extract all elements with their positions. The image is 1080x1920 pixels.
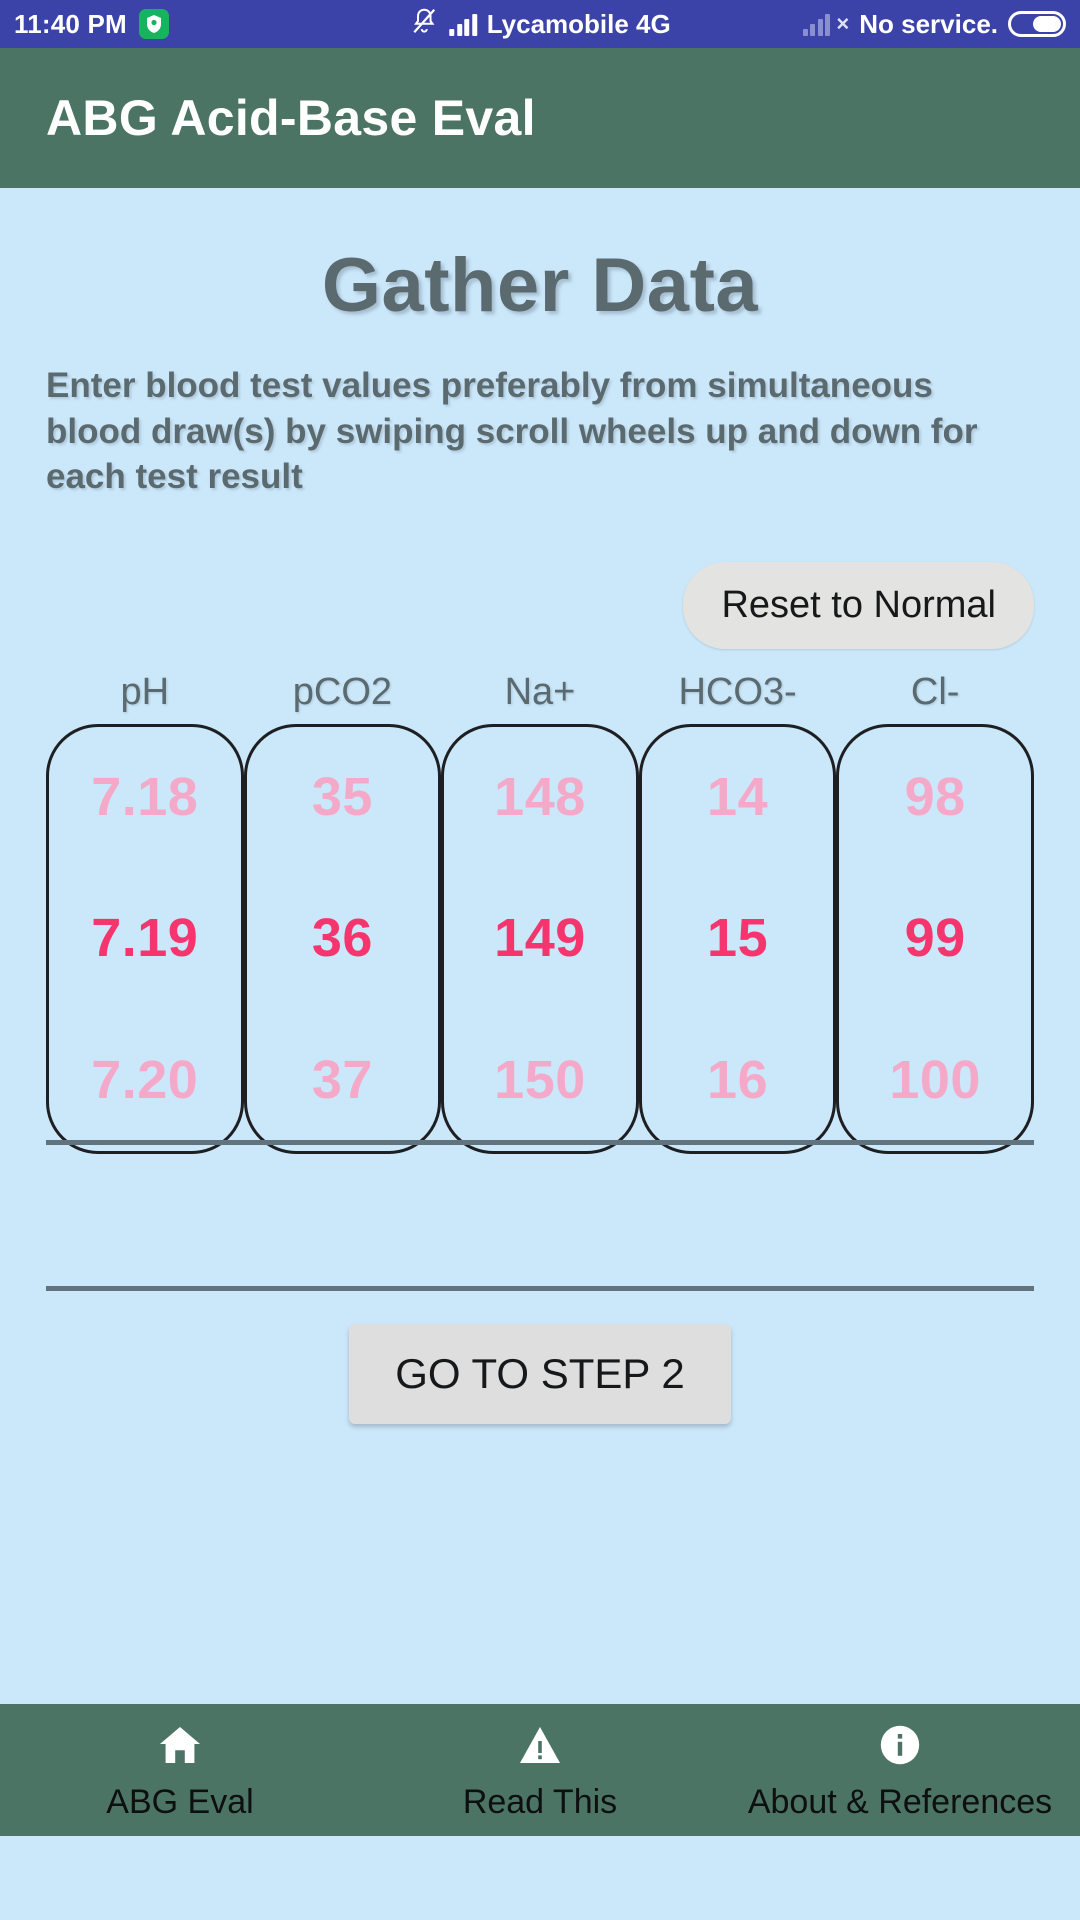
wheel-header-hco3: HCO3- bbox=[678, 670, 797, 713]
signal-bars-no-service-icon bbox=[802, 12, 831, 36]
wheel-value-above[interactable]: 14 bbox=[642, 727, 834, 868]
app-bar: ABG Acid-Base Eval bbox=[0, 48, 1080, 188]
instructions-text: Enter blood test values preferably from … bbox=[46, 366, 978, 496]
signal-bars-icon bbox=[449, 12, 477, 36]
go-to-step-2-button[interactable]: GO TO STEP 2 bbox=[349, 1323, 731, 1424]
scroll-wheel-cl[interactable]: 98 99 100 bbox=[836, 723, 1034, 1154]
nav-item-abg-eval[interactable]: ABG Eval bbox=[0, 1704, 360, 1836]
scroll-wheels: 7.18 7.19 7.20 35 36 37 148 149 150 14 1… bbox=[46, 723, 1034, 1154]
step-button-row: GO TO STEP 2 bbox=[46, 1323, 1034, 1424]
wheel-value-selected[interactable]: 149 bbox=[444, 868, 636, 1009]
no-service-label: No service. bbox=[859, 8, 998, 39]
status-bar-right: × No service. bbox=[802, 8, 1066, 40]
nav-label: ABG Eval bbox=[106, 1782, 254, 1821]
wheel-value-above[interactable]: 35 bbox=[247, 727, 439, 868]
nav-item-about-references[interactable]: About & References bbox=[720, 1704, 1080, 1836]
reset-button-row: Reset to Normal bbox=[46, 561, 1034, 649]
wheel-value-selected[interactable]: 99 bbox=[839, 868, 1031, 1009]
wheel-value-below[interactable]: 16 bbox=[642, 1009, 834, 1150]
wheel-value-above[interactable]: 148 bbox=[444, 727, 636, 868]
warning-triangle-icon bbox=[514, 1719, 566, 1771]
scroll-wheel-pco2[interactable]: 35 36 37 bbox=[243, 723, 442, 1154]
scroll-wheel-na[interactable]: 148 149 150 bbox=[441, 723, 639, 1154]
carrier-label: Lycamobile 4G bbox=[486, 8, 671, 39]
status-bar-center: Lycamobile 4G bbox=[409, 6, 671, 43]
status-bar-left: 11:40 PM bbox=[14, 9, 169, 40]
wheel-value-below[interactable]: 37 bbox=[247, 1009, 439, 1150]
status-bar-clock: 11:40 PM bbox=[14, 8, 127, 39]
wheel-value-selected[interactable]: 36 bbox=[247, 868, 439, 1009]
wheel-value-selected[interactable]: 15 bbox=[642, 868, 834, 1009]
bell-off-icon bbox=[409, 6, 439, 43]
wheel-value-below[interactable]: 7.20 bbox=[49, 1009, 241, 1150]
home-icon bbox=[154, 1719, 206, 1771]
main-content: Gather Data Enter blood test values pref… bbox=[0, 188, 1080, 1836]
nav-label: Read This bbox=[462, 1782, 618, 1821]
battery-icon bbox=[1008, 11, 1066, 37]
wheel-value-below[interactable]: 150 bbox=[444, 1009, 636, 1150]
nav-item-read-this[interactable]: Read This bbox=[360, 1704, 720, 1836]
info-circle-icon bbox=[874, 1719, 926, 1771]
app-title: ABG Acid-Base Eval bbox=[46, 90, 536, 146]
selection-divider-bottom bbox=[46, 1286, 1034, 1291]
status-bar: 11:40 PM Lycamobile 4G × No service. bbox=[0, 0, 1080, 48]
wheel-header-ph: pH bbox=[120, 670, 170, 713]
scroll-wheel-hco3[interactable]: 14 15 16 bbox=[638, 723, 837, 1154]
bottom-navigation: ABG Eval Read This About & References bbox=[0, 1704, 1080, 1836]
scroll-wheel-ph[interactable]: 7.18 7.19 7.20 bbox=[46, 723, 244, 1154]
reset-to-normal-button[interactable]: Reset to Normal bbox=[683, 561, 1034, 649]
shield-icon bbox=[138, 9, 169, 39]
wheel-header-cl: Cl- bbox=[910, 670, 960, 713]
wheel-value-below[interactable]: 100 bbox=[839, 1009, 1031, 1150]
wheel-headers: pH pCO2 Na+ HCO3- Cl- bbox=[46, 671, 1034, 714]
wheel-header-pco2: pCO2 bbox=[292, 670, 393, 713]
page-title: Gather Data bbox=[321, 243, 759, 328]
wheel-value-selected[interactable]: 7.19 bbox=[49, 868, 241, 1009]
wheel-value-above[interactable]: 7.18 bbox=[49, 727, 241, 868]
close-icon: × bbox=[836, 11, 850, 36]
wheel-value-above[interactable]: 98 bbox=[839, 727, 1031, 868]
wheel-header-na: Na+ bbox=[504, 670, 576, 713]
nav-label: About & References bbox=[747, 1782, 1053, 1821]
